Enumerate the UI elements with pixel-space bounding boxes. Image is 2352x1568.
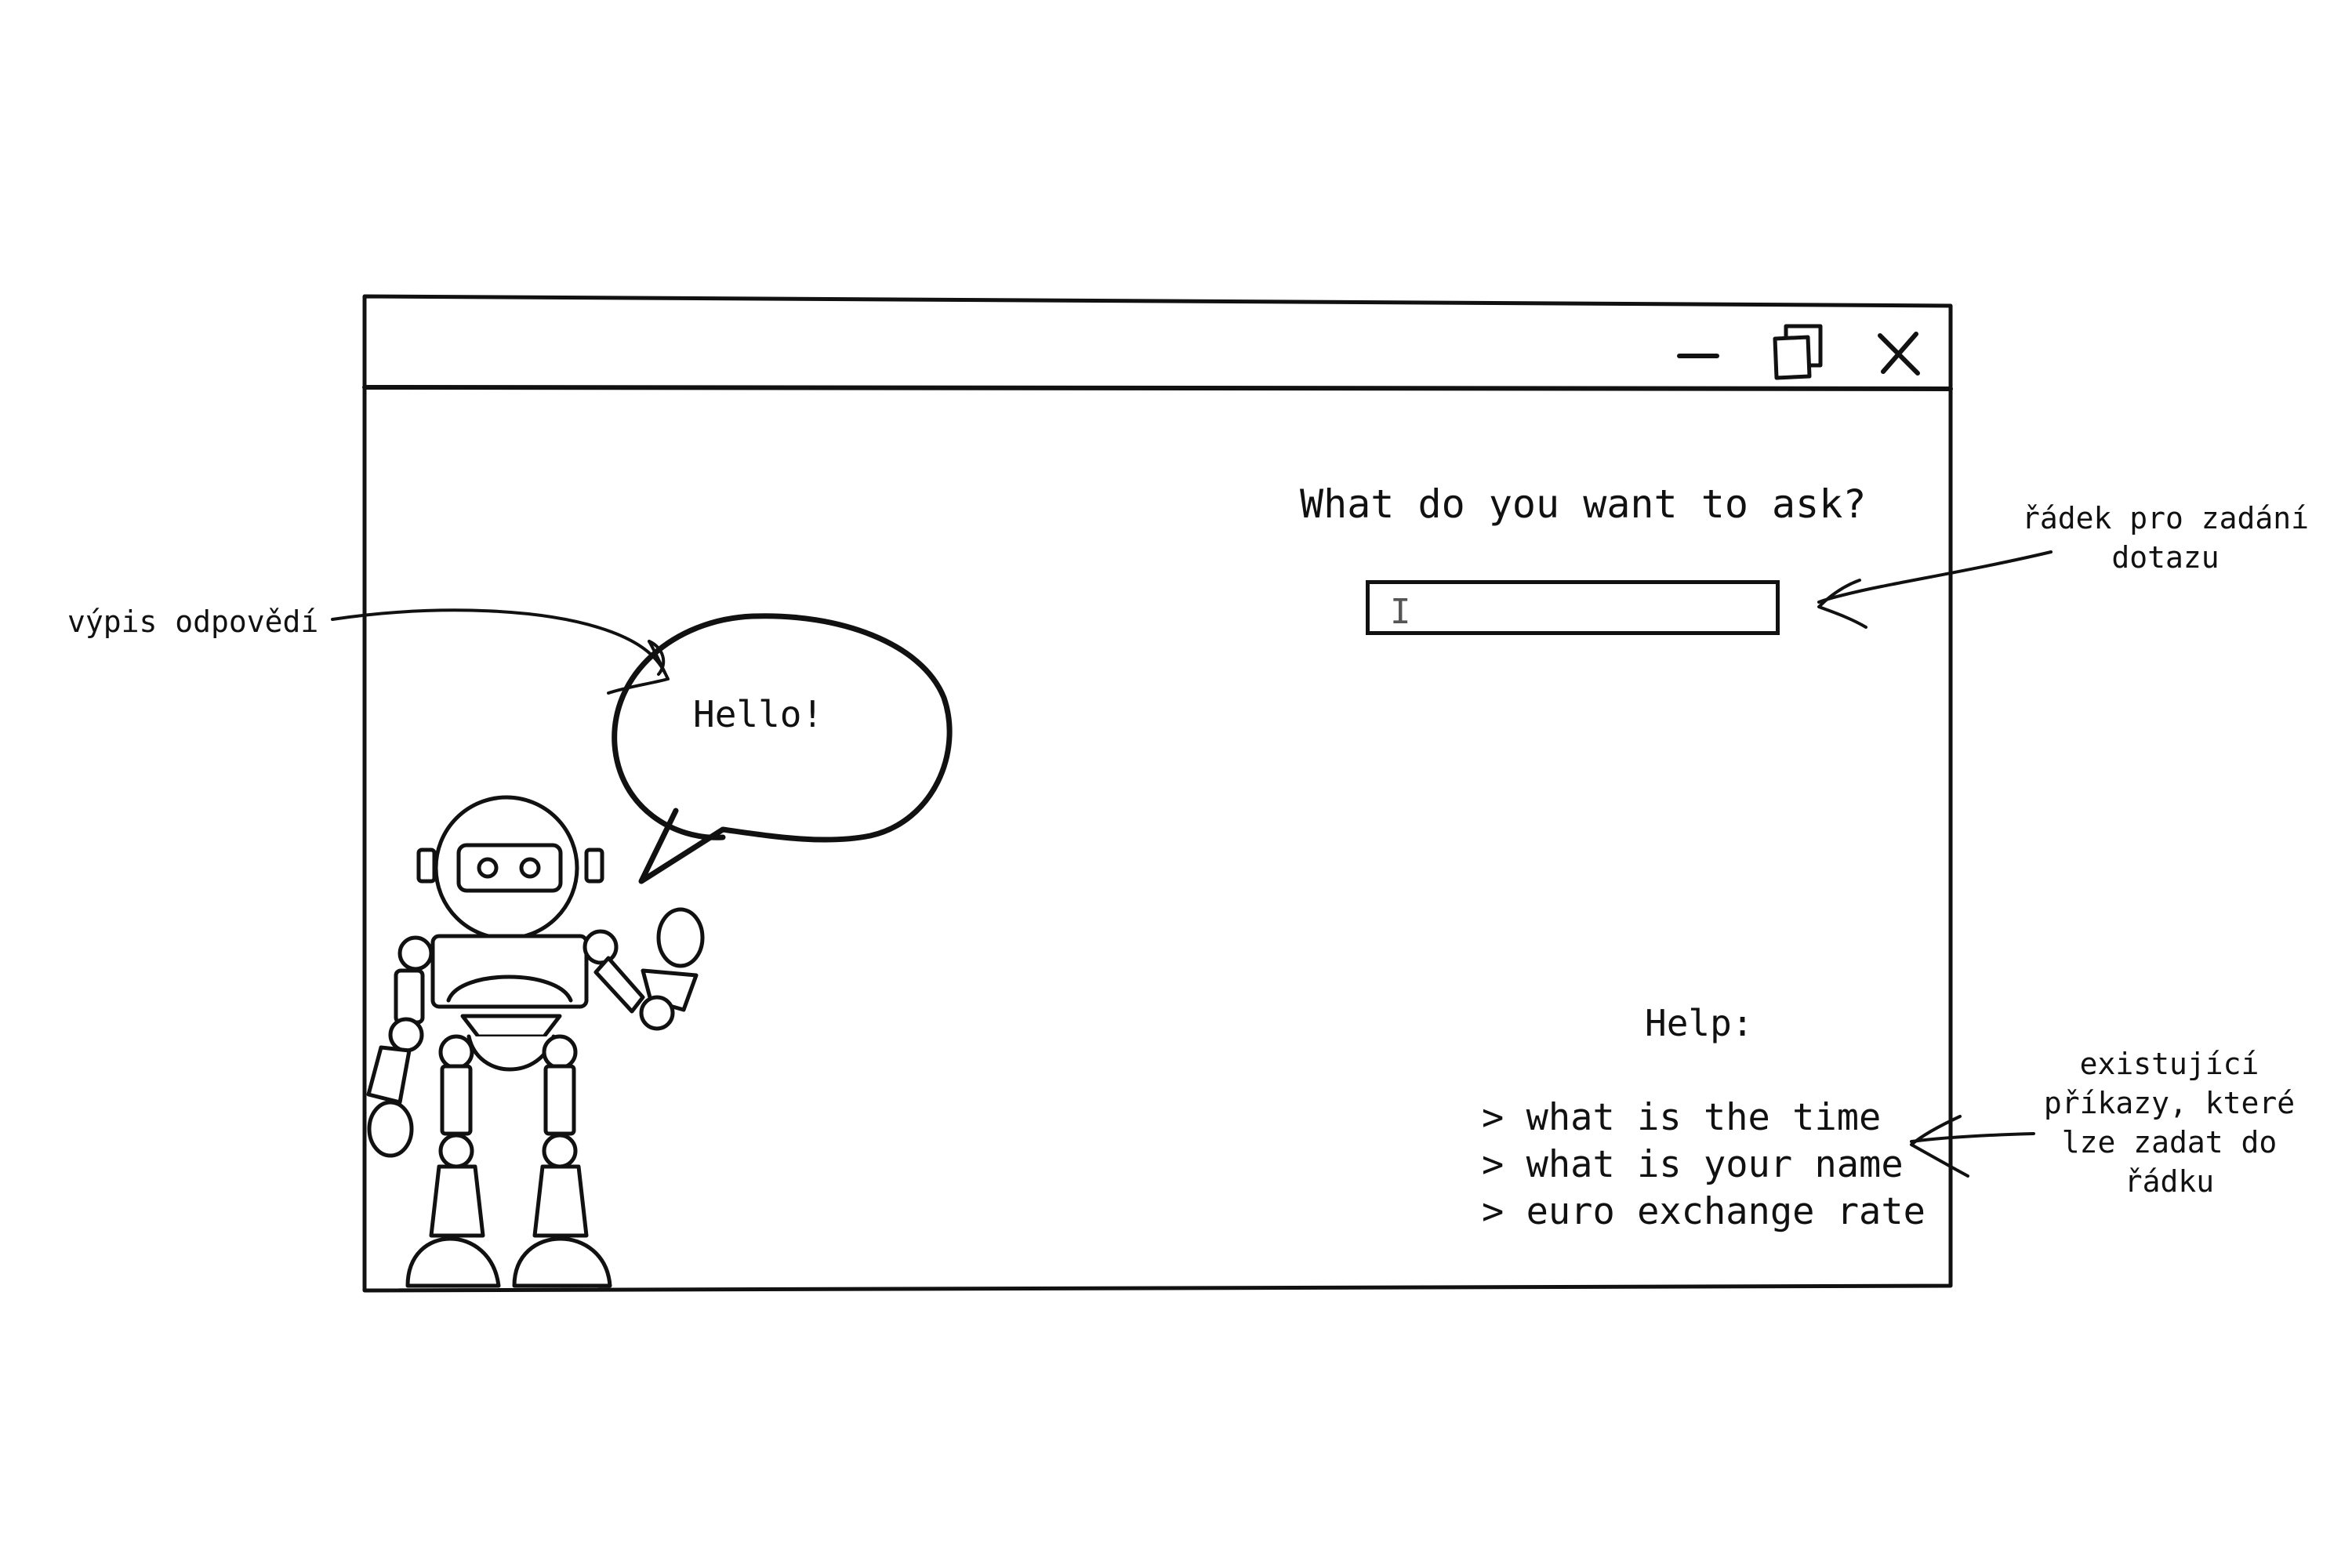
minimize-icon[interactable] [1675,340,1722,372]
close-icon[interactable] [1874,328,1926,379]
annotation-input: řádek pro zadání dotazu [2021,501,2310,575]
help-command: > euro exchange rate [1482,1190,1926,1233]
help-command-list: > what is the time > what is your name >… [1482,1094,1926,1236]
arrow-input-head [1817,579,1867,629]
text-cursor-icon: I [1390,592,1411,632]
robot-icon [366,795,705,1288]
wireframe-sketch [331,294,2053,1293]
speech-bubble-outline [612,613,953,884]
speech-bubble-text: Hello! [693,693,824,735]
annotation-help: existující příkazy, které lze zadat do ř… [2043,1047,2296,1199]
query-input[interactable]: I [1366,580,1780,635]
help-title: Help: [1645,1002,1754,1044]
titlebar-divider [362,385,1953,391]
help-command: > what is the time [1482,1096,1882,1139]
arrow-output [331,608,666,674]
arrow-help [1910,1132,2035,1143]
restore-icon[interactable] [1769,321,1828,381]
help-command: > what is your name [1482,1143,1904,1186]
annotation-output: výpis odpovědí [67,604,319,639]
prompt-label: What do you want to ask? [1300,481,1867,527]
